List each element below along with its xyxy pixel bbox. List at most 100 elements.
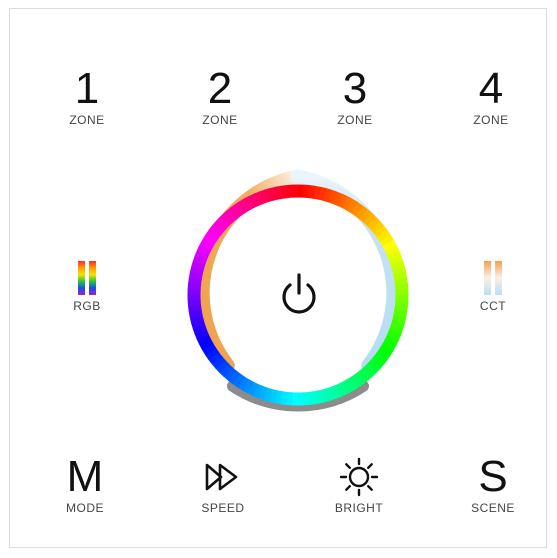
cct-button[interactable]: CCT [463,261,523,313]
rgb-ring-segment[interactable] [219,363,233,378]
rgb-ring-segment[interactable] [224,208,238,223]
rgb-ring-segment[interactable] [341,379,354,394]
rgb-ring-segment[interactable] [189,265,205,275]
speed-button[interactable]: SPEED [178,455,268,515]
zone-2-button[interactable]: 2 ZONE [175,67,265,128]
rgb-ring-segment[interactable] [342,196,354,211]
rgb-ring-segment[interactable] [188,271,203,280]
rgb-ring-segment[interactable] [387,250,402,261]
rgb-ring-segment[interactable] [317,389,327,404]
rgb-ring-segment[interactable] [188,304,202,313]
rgb-ring-segment[interactable] [373,225,388,239]
rgb-ring-segment[interactable] [280,185,289,199]
rgb-ring-segment[interactable] [391,315,407,325]
rgb-button[interactable]: RGB [57,261,117,313]
rgb-ring-segment[interactable] [346,199,359,214]
rgb-ring-segment[interactable] [394,277,408,286]
rgb-ring-segment[interactable] [227,370,241,385]
rgb-ring-segment[interactable] [263,188,274,203]
rgb-ring-segment[interactable] [313,185,322,200]
rgb-ring-segment[interactable] [393,272,408,281]
rgb-ring-segment[interactable] [351,202,364,217]
rgb-ring-segment[interactable] [269,186,279,201]
rgb-ring-segment[interactable] [237,198,250,214]
rgb-ring-segment[interactable] [384,334,399,346]
rgb-ring-segment[interactable] [318,186,328,202]
rgb-ring-segment[interactable] [253,191,264,206]
rgb-ring-segment[interactable] [208,224,223,238]
rgb-ring-segment[interactable] [233,201,246,217]
rgb-ring-segment[interactable] [388,325,404,336]
rgb-ring-segment[interactable] [389,255,404,266]
rgb-ring-segment[interactable] [247,193,260,209]
rgb-ring-segment[interactable] [219,212,234,227]
rgb-ring-segment[interactable] [337,194,349,209]
scene-button[interactable]: S SCENE [448,455,538,516]
rgb-ring-segment[interactable] [192,254,208,265]
rgb-ring-segment[interactable] [247,381,259,396]
rgb-ring-segment[interactable] [332,191,344,207]
rgb-ring-segment[interactable] [275,185,284,200]
rgb-ring-segment[interactable] [373,352,388,366]
rgb-ring-segment[interactable] [237,376,250,391]
rgb-ring-segment[interactable] [199,338,214,351]
rgb-ring-segment[interactable] [394,300,409,308]
rgb-ring-segment[interactable] [354,370,368,385]
rgb-ring-segment[interactable] [384,244,400,257]
power-icon[interactable] [276,271,322,317]
rgb-ring-segment[interactable] [307,391,316,405]
rgb-ring-segment[interactable] [242,196,255,211]
bright-button[interactable]: BRIGHT [314,455,404,515]
rgb-ring-segment[interactable] [279,391,288,405]
rgb-ring-segment[interactable] [223,366,237,381]
rgb-ring-segment[interactable] [390,320,405,330]
rgb-ring-segment[interactable] [376,230,392,243]
rgb-ring-segment[interactable] [336,381,349,397]
rgb-ring-segment[interactable] [322,387,333,402]
rgb-ring-segment[interactable] [382,239,397,252]
rgb-ring-segment[interactable] [187,282,202,290]
rgb-ring-segment[interactable] [346,376,359,392]
rgb-ring-segment[interactable] [204,347,220,360]
rgb-ring-segment[interactable] [394,305,408,314]
rgb-ring-segment[interactable] [382,339,397,352]
rgb-ring-segment[interactable] [252,383,264,399]
rgb-ring-segment[interactable] [332,384,343,399]
rgb-ring-segment[interactable] [376,348,391,361]
zone-3-button[interactable]: 3 ZONE [310,67,400,128]
rgb-ring-segment[interactable] [215,359,230,374]
rgb-ring-segment[interactable] [257,385,268,401]
rgb-ring-segment[interactable] [359,209,373,224]
rgb-ring-segment[interactable] [312,390,321,405]
rgb-ring-segment[interactable] [196,333,212,346]
rgb-ring-segment[interactable] [323,188,333,203]
rgb-ring-segment[interactable] [189,314,204,324]
rgb-ring-segment[interactable] [392,266,407,276]
rgb-ring-segment[interactable] [212,220,227,234]
rgb-ring-segment[interactable] [274,390,283,405]
rgb-ring-segment[interactable] [369,356,384,370]
mode-button[interactable]: M MODE [40,455,130,516]
rgb-ring-segment[interactable] [350,373,363,389]
rgb-ring-segment[interactable] [191,319,206,330]
rgb-ring-segment[interactable] [192,324,207,335]
rgb-ring-segment[interactable] [379,234,395,247]
rgb-ring-segment[interactable] [194,249,210,261]
rgb-ring-segment[interactable] [268,388,278,404]
rgb-ring-segment[interactable] [201,343,217,356]
rgb-ring-segment[interactable] [263,387,273,402]
zone-1-button[interactable]: 1 ZONE [42,67,132,128]
zone-4-button[interactable]: 4 ZONE [446,67,536,128]
rgb-ring-segment[interactable] [370,221,385,235]
rgb-ring-segment[interactable] [228,205,242,220]
rgb-ring-segment[interactable] [303,184,311,199]
rgb-ring-segment[interactable] [328,189,339,205]
rgb-ring-segment[interactable] [366,216,381,231]
rgb-ring-segment[interactable] [205,229,220,242]
rgb-ring-segment[interactable] [355,205,369,220]
rgb-ring-segment[interactable] [211,355,226,369]
rgb-ring-segment[interactable] [285,391,293,406]
rgb-ring-segment[interactable] [232,373,245,388]
rgb-ring-segment[interactable] [241,379,254,394]
rgb-ring-segment[interactable] [215,216,230,230]
